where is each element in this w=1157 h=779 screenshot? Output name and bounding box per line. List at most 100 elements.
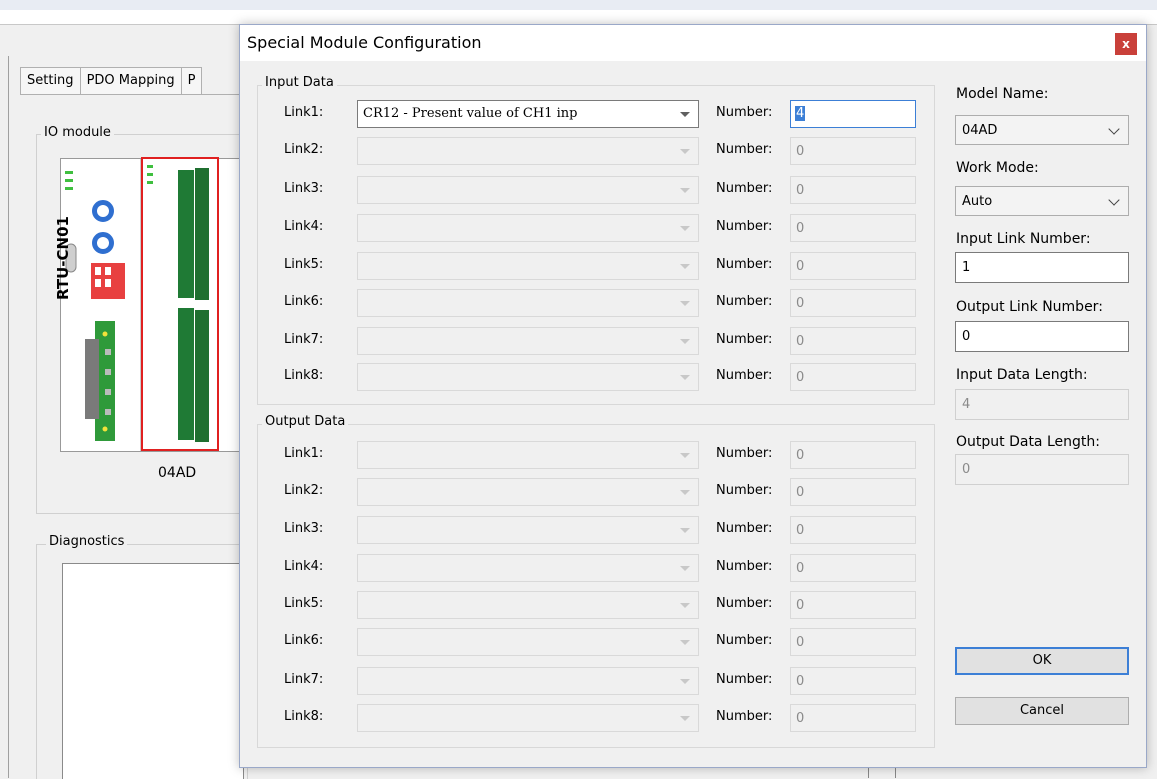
input-number-label: Number: xyxy=(716,181,773,196)
input-number-label: Number: xyxy=(716,142,773,157)
input-link-combo[interactable] xyxy=(357,137,699,165)
output-number-label: Number: xyxy=(716,483,773,498)
tab-setting[interactable]: Setting xyxy=(20,67,81,94)
diagnostics-title: Diagnostics xyxy=(46,534,128,549)
output-number-field[interactable]: 0 xyxy=(790,478,916,506)
output-link-number-field[interactable]: 0 xyxy=(955,321,1129,352)
dropdown-arrow-icon xyxy=(680,301,690,306)
output-link-label: Link4: xyxy=(284,559,324,574)
output-number-value: 0 xyxy=(796,485,805,500)
tab-bar: Setting PDO Mapping P xyxy=(20,67,203,95)
output-data-length-field: 0 xyxy=(955,454,1129,485)
output-number-label: Number: xyxy=(716,633,773,648)
dropdown-arrow-icon xyxy=(680,375,690,380)
input-link-combo[interactable] xyxy=(357,289,699,317)
output-data-title: Output Data xyxy=(262,414,349,429)
input-link-label: Link5: xyxy=(284,257,324,272)
output-number-field[interactable]: 0 xyxy=(790,516,916,544)
input-number-field[interactable]: 4 xyxy=(790,100,916,128)
output-link-label: Link2: xyxy=(284,483,324,498)
input-number-field[interactable]: 0 xyxy=(790,289,916,317)
input-link-combo[interactable] xyxy=(357,363,699,391)
input-link-combo[interactable] xyxy=(357,214,699,242)
chevron-down-icon xyxy=(1108,123,1120,135)
output-number-field[interactable]: 0 xyxy=(790,441,916,469)
tab-pdo-mapping[interactable]: PDO Mapping xyxy=(79,67,182,94)
dropdown-arrow-icon xyxy=(680,603,690,608)
input-link-combo[interactable] xyxy=(357,327,699,355)
output-number-label: Number: xyxy=(716,521,773,536)
close-icon: x xyxy=(1122,37,1130,51)
output-number-value: 0 xyxy=(796,635,805,650)
output-link-combo[interactable] xyxy=(357,554,699,582)
output-link-combo[interactable] xyxy=(357,704,699,732)
model-name-select[interactable]: 04AD xyxy=(955,115,1129,145)
output-link-combo[interactable] xyxy=(357,516,699,544)
input-link-number-label: Input Link Number: xyxy=(956,231,1091,247)
work-mode-select[interactable]: Auto xyxy=(955,186,1129,216)
dialog-title: Special Module Configuration xyxy=(247,33,482,52)
io-module-title: IO module xyxy=(41,125,114,140)
dropdown-arrow-icon xyxy=(680,226,690,231)
input-link-label: Link4: xyxy=(284,219,324,234)
output-number-field[interactable]: 0 xyxy=(790,667,916,695)
ok-button[interactable]: OK xyxy=(955,647,1129,675)
model-name-label: Model Name: xyxy=(956,86,1049,102)
output-data-length-value: 0 xyxy=(962,462,971,477)
input-link-number-field[interactable]: 1 xyxy=(955,252,1129,283)
input-number-value: 0 xyxy=(796,334,805,349)
output-link-number-label: Output Link Number: xyxy=(956,299,1103,315)
chevron-down-icon xyxy=(1108,194,1120,206)
dropdown-arrow-icon xyxy=(680,149,690,154)
device-label: RTU-CN01 xyxy=(54,216,72,300)
output-link-combo[interactable] xyxy=(357,628,699,656)
close-button[interactable]: x xyxy=(1115,33,1137,55)
output-number-field[interactable]: 0 xyxy=(790,628,916,656)
input-number-value: 4 xyxy=(795,106,806,121)
input-number-field[interactable]: 0 xyxy=(790,327,916,355)
input-number-label: Number: xyxy=(716,332,773,347)
output-number-label: Number: xyxy=(716,446,773,461)
output-link-number-value: 0 xyxy=(962,329,971,344)
input-link-label: Link6: xyxy=(284,294,324,309)
input-link-combo[interactable]: CR12 - Present value of CH1 inp xyxy=(357,100,699,128)
input-link-label: Link7: xyxy=(284,332,324,347)
input-link-label: Link8: xyxy=(284,368,324,383)
dropdown-arrow-icon xyxy=(680,566,690,571)
cancel-button[interactable]: Cancel xyxy=(955,697,1129,725)
input-link-combo[interactable] xyxy=(357,176,699,204)
input-data-length-label: Input Data Length: xyxy=(956,367,1088,383)
input-data-title: Input Data xyxy=(262,75,337,90)
input-number-field[interactable]: 0 xyxy=(790,176,916,204)
dropdown-arrow-icon xyxy=(680,640,690,645)
input-number-value: 0 xyxy=(796,183,805,198)
input-number-field[interactable]: 0 xyxy=(790,214,916,242)
output-number-label: Number: xyxy=(716,559,773,574)
input-number-field[interactable]: 0 xyxy=(790,252,916,280)
output-link-combo[interactable] xyxy=(357,667,699,695)
output-number-label: Number: xyxy=(716,709,773,724)
tab-partial[interactable]: P xyxy=(180,67,203,94)
input-number-field[interactable]: 0 xyxy=(790,137,916,165)
module-label: 04AD xyxy=(158,465,197,481)
output-number-value: 0 xyxy=(796,711,805,726)
output-link-label: Link6: xyxy=(284,633,324,648)
selected-module-highlight[interactable] xyxy=(141,157,219,451)
output-link-combo[interactable] xyxy=(357,591,699,619)
output-link-label: Link1: xyxy=(284,446,324,461)
output-number-field[interactable]: 0 xyxy=(790,554,916,582)
output-number-field[interactable]: 0 xyxy=(790,591,916,619)
dropdown-arrow-icon xyxy=(680,264,690,269)
output-link-combo[interactable] xyxy=(357,441,699,469)
input-link-combo[interactable] xyxy=(357,252,699,280)
output-number-field[interactable]: 0 xyxy=(790,704,916,732)
input-number-label: Number: xyxy=(716,294,773,309)
dialog-title-bar[interactable]: Special Module Configuration x xyxy=(240,25,1146,61)
dropdown-arrow-icon xyxy=(680,528,690,533)
dropdown-arrow-icon xyxy=(680,112,690,117)
output-data-length-label: Output Data Length: xyxy=(956,434,1100,450)
input-number-field[interactable]: 0 xyxy=(790,363,916,391)
input-number-value: 0 xyxy=(796,296,805,311)
output-link-combo[interactable] xyxy=(357,478,699,506)
diagnostics-list[interactable] xyxy=(62,563,244,779)
